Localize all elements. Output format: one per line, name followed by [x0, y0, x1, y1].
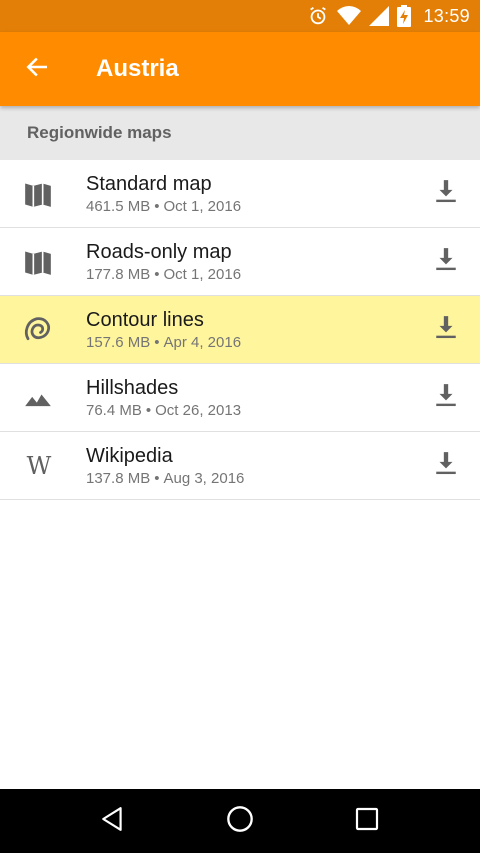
- item-size: 157.6 MB: [86, 334, 151, 351]
- item-size: 177.8 MB: [86, 266, 151, 283]
- download-icon: [433, 314, 459, 345]
- download-list: Standard map 461.5 MB • Oct 1, 2016 Road…: [0, 160, 480, 500]
- item-date: Oct 1, 2016: [163, 266, 242, 283]
- mountain-icon: [0, 364, 76, 432]
- recents-square-icon: [355, 807, 379, 836]
- item-size: 76.4 MB: [86, 402, 142, 419]
- page-title: Austria: [96, 55, 179, 82]
- item-date: Oct 1, 2016: [163, 198, 242, 215]
- download-button[interactable]: [412, 160, 480, 228]
- item-separator: •: [154, 266, 160, 283]
- map-icon: [0, 228, 76, 296]
- arrow-back-icon: [24, 54, 50, 85]
- item-name: Hillshades: [86, 377, 179, 399]
- nav-home-button[interactable]: [208, 789, 272, 853]
- item-name: Standard map: [86, 173, 212, 195]
- wikipedia-glyph: W: [26, 451, 52, 480]
- nav-recents-button[interactable]: [335, 789, 399, 853]
- wikipedia-icon: W: [0, 432, 76, 500]
- battery-charging-icon: [397, 5, 412, 27]
- download-icon: [433, 450, 459, 481]
- download-button[interactable]: [412, 364, 480, 432]
- item-size: 461.5 MB: [86, 198, 151, 215]
- back-button[interactable]: [0, 32, 74, 106]
- item-size: 137.8 MB: [86, 470, 151, 487]
- item-date: Aug 3, 2016: [163, 470, 245, 487]
- system-nav-bar: [0, 789, 480, 853]
- download-icon: [433, 382, 459, 413]
- list-item-hillshades[interactable]: Hillshades 76.4 MB • Oct 26, 2013: [0, 364, 480, 432]
- alarm-icon: [307, 5, 329, 27]
- contour-icon: [0, 296, 76, 364]
- home-circle-icon: [226, 805, 254, 838]
- download-button[interactable]: [412, 432, 480, 500]
- item-separator: •: [154, 470, 160, 487]
- wifi-icon: [337, 6, 362, 26]
- item-name: Wikipedia: [86, 445, 173, 467]
- status-bar: 13:59: [0, 0, 480, 32]
- item-separator: •: [154, 334, 160, 351]
- list-item-roads-only-map[interactable]: Roads-only map 177.8 MB • Oct 1, 2016: [0, 228, 480, 296]
- item-date: Apr 4, 2016: [163, 334, 242, 351]
- item-separator: •: [154, 198, 160, 215]
- list-item-wikipedia[interactable]: W Wikipedia 137.8 MB • Aug 3, 2016: [0, 432, 480, 500]
- back-triangle-icon: [100, 806, 126, 837]
- nav-back-button[interactable]: [81, 789, 145, 853]
- section-header: Regionwide maps: [0, 106, 480, 160]
- signal-icon: [369, 6, 390, 26]
- app-bar: Austria: [0, 32, 480, 106]
- download-icon: [433, 246, 459, 277]
- status-time: 13:59: [423, 5, 470, 26]
- item-name: Roads-only map: [86, 241, 232, 263]
- list-item-contour-lines[interactable]: Contour lines 157.6 MB • Apr 4, 2016: [0, 296, 480, 364]
- item-separator: •: [145, 402, 152, 419]
- download-icon: [433, 178, 459, 209]
- download-button[interactable]: [412, 296, 480, 364]
- item-date: Oct 26, 2013: [155, 402, 242, 419]
- map-icon: [0, 160, 76, 228]
- item-name: Contour lines: [86, 309, 204, 331]
- download-button[interactable]: [412, 228, 480, 296]
- list-item-standard-map[interactable]: Standard map 461.5 MB • Oct 1, 2016: [0, 160, 480, 228]
